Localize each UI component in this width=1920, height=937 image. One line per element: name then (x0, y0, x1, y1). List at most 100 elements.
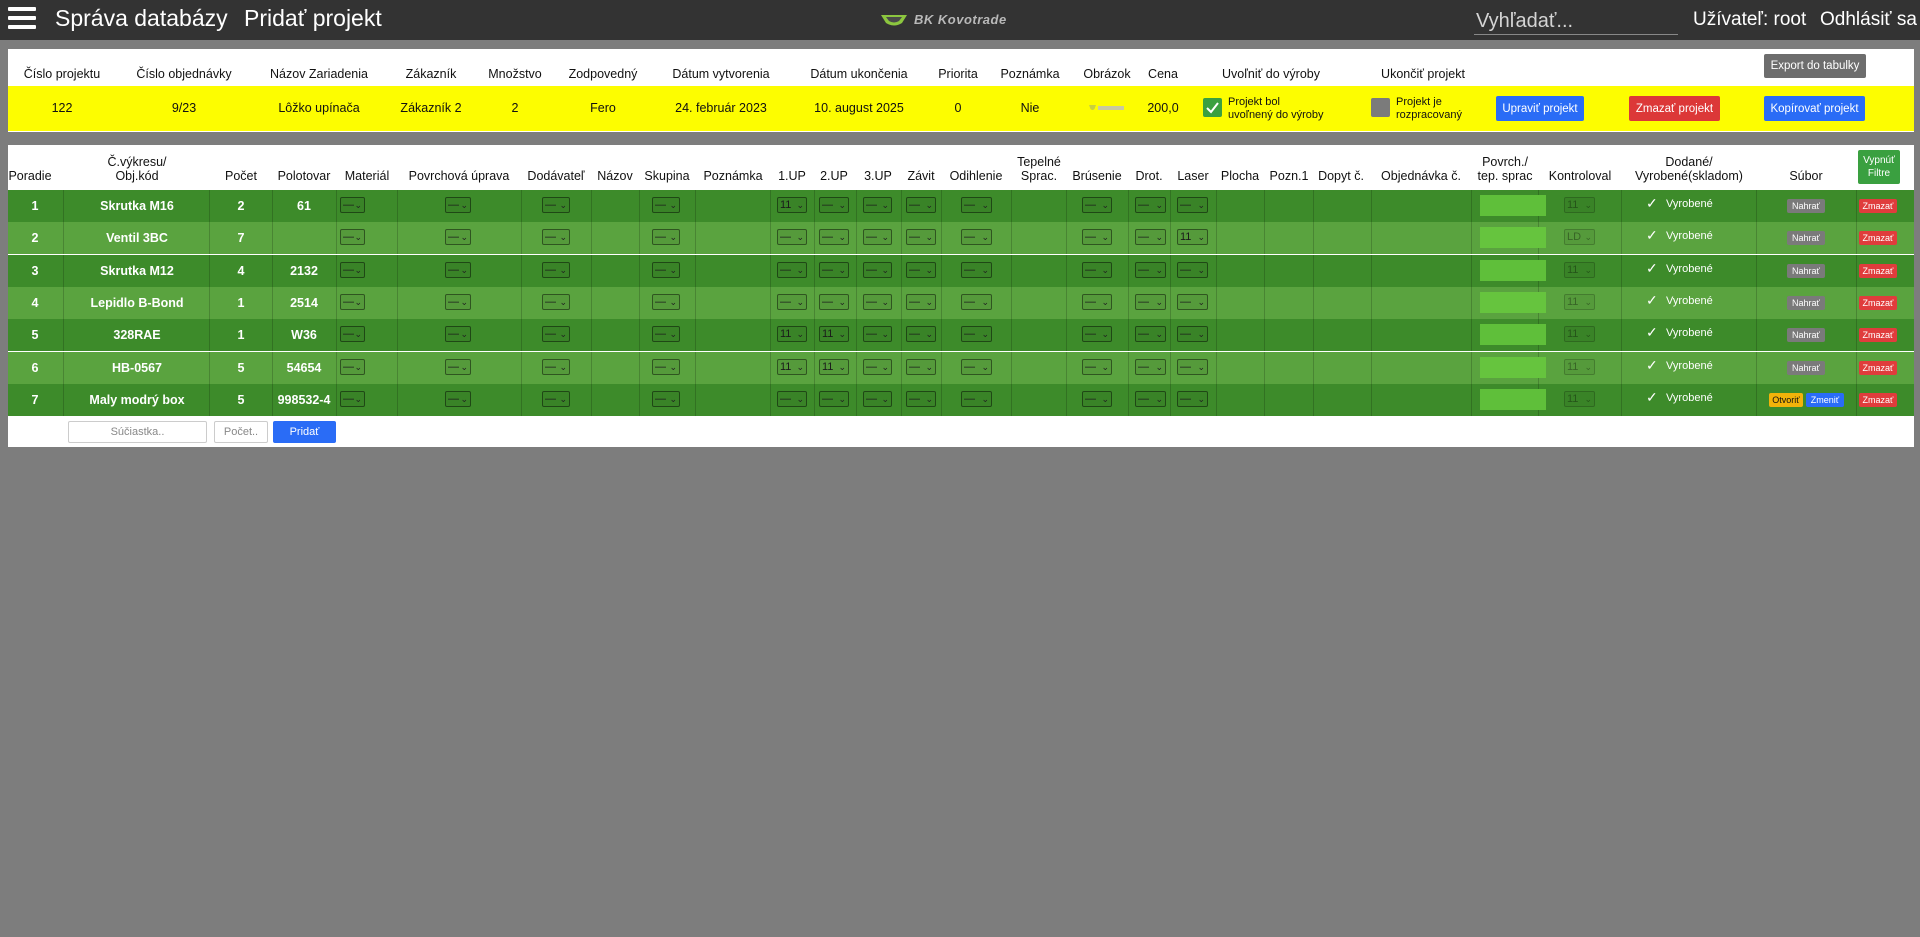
material-select[interactable]: — ⌄ (340, 197, 365, 213)
zavit-select[interactable]: — ⌄ (906, 358, 936, 375)
brusenie-select[interactable]: — ⌄ (1082, 229, 1112, 246)
up3-select[interactable]: — ⌄ (863, 261, 892, 278)
povrch-select[interactable]: — ⌄ (445, 326, 471, 343)
up2-select[interactable]: 11 ⌄ (819, 358, 849, 375)
drot-select[interactable]: — ⌄ (1135, 293, 1166, 310)
up1-select[interactable]: — ⌄ (777, 293, 807, 310)
odihlenie-select[interactable]: — ⌄ (961, 358, 992, 375)
up2-select[interactable]: 11 ⌄ (819, 326, 849, 343)
up3-select[interactable]: — ⌄ (863, 358, 892, 375)
odihlenie-select[interactable]: — ⌄ (961, 197, 992, 213)
delete-part-button[interactable]: Zmazať (1859, 360, 1897, 375)
hamburger-menu-icon[interactable] (8, 7, 36, 33)
odihlenie-select[interactable]: — ⌄ (961, 326, 992, 343)
upload-file-button[interactable]: Nahrať (1787, 199, 1825, 213)
dodavatel-select[interactable]: — ⌄ (542, 229, 570, 246)
zavit-select[interactable]: — ⌄ (906, 197, 936, 213)
surface-heat-field[interactable] (1480, 324, 1546, 346)
up2-select[interactable]: — ⌄ (819, 293, 849, 310)
laser-select[interactable]: — ⌄ (1177, 326, 1208, 343)
delete-part-button[interactable]: Zmazať (1859, 328, 1897, 343)
up2-select[interactable]: — ⌄ (819, 261, 849, 278)
brusenie-select[interactable]: — ⌄ (1082, 390, 1112, 407)
material-select[interactable]: — ⌄ (340, 261, 365, 278)
brusenie-select[interactable]: — ⌄ (1082, 358, 1112, 375)
up3-select[interactable]: — ⌄ (863, 390, 892, 407)
produced-check-icon[interactable]: ✓ (1646, 260, 1658, 277)
delete-part-button[interactable]: Zmazať (1859, 199, 1897, 213)
release-checkbox[interactable] (1203, 98, 1222, 117)
material-select[interactable]: — ⌄ (340, 293, 365, 310)
finish-checkbox[interactable] (1371, 98, 1390, 117)
brusenie-select[interactable]: — ⌄ (1082, 261, 1112, 278)
povrch-select[interactable]: — ⌄ (445, 229, 471, 246)
upload-file-button[interactable]: Nahrať (1787, 231, 1825, 246)
add-part-button[interactable]: Pridať (273, 421, 336, 443)
povrch-select[interactable]: — ⌄ (445, 358, 471, 375)
dodavatel-select[interactable]: — ⌄ (542, 358, 570, 375)
up1-select[interactable]: 11 ⌄ (777, 326, 807, 343)
open-file-button[interactable]: Otvoriť (1769, 392, 1803, 407)
delete-part-button[interactable]: Zmazať (1859, 295, 1897, 310)
skupina-select[interactable]: — ⌄ (652, 326, 680, 343)
copy-project-button[interactable]: Kopírovať projekt (1764, 96, 1865, 121)
brusenie-select[interactable]: — ⌄ (1082, 197, 1112, 213)
up1-select[interactable]: — ⌄ (777, 261, 807, 278)
checked-by-select[interactable]: 11 ⌄ (1564, 390, 1595, 407)
drot-select[interactable]: — ⌄ (1135, 326, 1166, 343)
up1-select[interactable]: — ⌄ (777, 229, 807, 246)
zavit-select[interactable]: — ⌄ (906, 326, 936, 343)
material-select[interactable]: — ⌄ (340, 229, 365, 246)
zavit-select[interactable]: — ⌄ (906, 390, 936, 407)
odihlenie-select[interactable]: — ⌄ (961, 390, 992, 407)
povrch-select[interactable]: — ⌄ (445, 261, 471, 278)
delete-project-button[interactable]: Zmazať projekt (1629, 96, 1720, 121)
dodavatel-select[interactable]: — ⌄ (542, 293, 570, 310)
checked-by-select[interactable]: 11 ⌄ (1564, 293, 1595, 310)
up1-select[interactable]: 11 ⌄ (777, 197, 807, 213)
checked-by-select[interactable]: 11 ⌄ (1564, 197, 1595, 213)
export-button[interactable]: Export do tabulky (1764, 54, 1866, 78)
part-count-input[interactable] (214, 421, 268, 443)
up2-select[interactable]: — ⌄ (819, 197, 849, 213)
checked-by-select[interactable]: 11 ⌄ (1564, 261, 1595, 278)
brusenie-select[interactable]: — ⌄ (1082, 326, 1112, 343)
upload-file-button[interactable]: Nahrať (1787, 263, 1825, 278)
zavit-select[interactable]: — ⌄ (906, 293, 936, 310)
search-input[interactable] (1474, 8, 1678, 35)
zavit-select[interactable]: — ⌄ (906, 261, 936, 278)
produced-check-icon[interactable]: ✓ (1646, 357, 1658, 374)
nav-database-link[interactable]: Správa databázy (55, 5, 228, 32)
produced-check-icon[interactable]: ✓ (1646, 324, 1658, 341)
surface-heat-field[interactable] (1480, 388, 1546, 410)
skupina-select[interactable]: — ⌄ (652, 197, 680, 213)
checked-by-select[interactable]: 11 ⌄ (1564, 326, 1595, 343)
drot-select[interactable]: — ⌄ (1135, 197, 1166, 213)
surface-heat-field[interactable] (1480, 227, 1546, 249)
up3-select[interactable]: — ⌄ (863, 197, 892, 213)
part-name-input[interactable] (68, 421, 207, 443)
material-select[interactable]: — ⌄ (340, 326, 365, 343)
up3-select[interactable]: — ⌄ (863, 293, 892, 310)
produced-check-icon[interactable]: ✓ (1646, 292, 1658, 309)
brusenie-select[interactable]: — ⌄ (1082, 293, 1112, 310)
up2-select[interactable]: — ⌄ (819, 390, 849, 407)
checked-by-select[interactable]: LD ⌄ (1564, 229, 1595, 246)
surface-heat-field[interactable] (1480, 195, 1546, 216)
logout-link[interactable]: Odhlásiť sa (1820, 9, 1917, 31)
laser-select[interactable]: — ⌄ (1177, 293, 1208, 310)
odihlenie-select[interactable]: — ⌄ (961, 261, 992, 278)
material-select[interactable]: — ⌄ (340, 390, 365, 407)
delete-part-button[interactable]: Zmazať (1859, 231, 1897, 246)
upload-file-button[interactable]: Nahrať (1787, 360, 1825, 375)
surface-heat-field[interactable] (1480, 291, 1546, 313)
project-image-thumbnail[interactable] (1088, 102, 1126, 114)
produced-check-icon[interactable]: ✓ (1646, 227, 1658, 244)
up3-select[interactable]: — ⌄ (863, 229, 892, 246)
drot-select[interactable]: — ⌄ (1135, 261, 1166, 278)
change-file-button[interactable]: Zmeniť (1806, 392, 1844, 407)
nav-add-project-link[interactable]: Pridať projekt (244, 5, 382, 32)
laser-select[interactable]: — ⌄ (1177, 261, 1208, 278)
laser-select[interactable]: — ⌄ (1177, 358, 1208, 375)
povrch-select[interactable]: — ⌄ (445, 293, 471, 310)
